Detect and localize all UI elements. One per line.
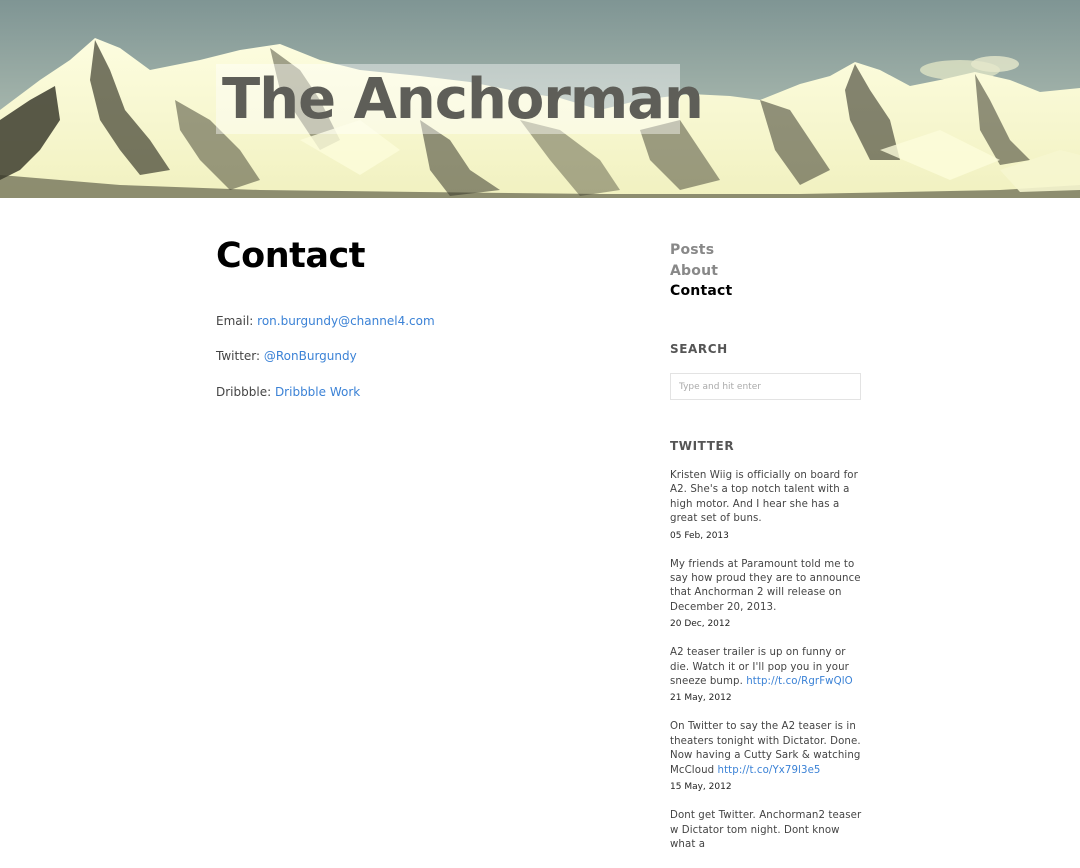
twitter-widget-title: TWITTER — [670, 439, 735, 453]
site-title[interactable]: The Anchorman — [222, 66, 704, 134]
tweet-item: Dont get Twitter. Anchorman2 teaser w Di… — [670, 809, 865, 852]
tweet-item: My friends at Paramount told me to say h… — [670, 558, 865, 631]
tweet-text: My friends at Paramount told me to say h… — [670, 558, 865, 616]
search-widget-title: SEARCH — [670, 342, 728, 356]
contact-twitter-line: Twitter: @RonBurgundy — [216, 349, 357, 363]
main-content: Contact Email: ron.burgundy@channel4.com… — [216, 232, 636, 399]
nav-item-about[interactable]: About — [670, 261, 865, 282]
contact-email-line: Email: ron.burgundy@channel4.com — [216, 314, 435, 328]
contact-twitter-label: Twitter: — [216, 349, 264, 363]
tweet-date: 15 May, 2012 — [670, 782, 732, 793]
twitter-link[interactable]: @RonBurgundy — [264, 349, 357, 363]
tweet-item: On Twitter to say the A2 teaser is in th… — [670, 720, 865, 793]
tweet-body: Dont get Twitter. Anchorman2 teaser w Di… — [670, 810, 862, 850]
contact-email-label: Email: — [216, 314, 258, 328]
tweet-link[interactable]: http://t.co/RgrFwQlO — [746, 676, 853, 687]
tweet-date: 05 Feb, 2013 — [670, 530, 729, 541]
nav-item-contact[interactable]: Contact — [670, 281, 865, 302]
tweet-item: Kristen Wiig is officially on board for … — [670, 469, 865, 542]
tweet-date: 21 May, 2012 — [670, 693, 732, 704]
tweet-list: Kristen Wiig is officially on board for … — [670, 469, 865, 868]
tweet-text: On Twitter to say the A2 teaser is in th… — [670, 720, 865, 778]
tweet-item: A2 teaser trailer is up on funny or die.… — [670, 646, 865, 704]
email-link[interactable]: ron.burgundy@channel4.com — [257, 314, 435, 328]
header-banner: The Anchorman — [0, 0, 1080, 198]
tweet-text: A2 teaser trailer is up on funny or die.… — [670, 646, 865, 689]
sidebar: Posts About Contact SEARCH TWITTER Krist… — [670, 240, 865, 850]
contact-dribbble-line: Dribbble: Dribbble Work — [216, 385, 360, 399]
dribbble-link[interactable]: Dribbble Work — [275, 385, 360, 399]
tweet-body: Kristen Wiig is officially on board for … — [670, 470, 858, 525]
tweet-text: Dont get Twitter. Anchorman2 teaser w Di… — [670, 809, 865, 852]
tweet-link[interactable]: http://t.co/Yx79l3e5 — [718, 765, 821, 776]
tweet-date: 20 Dec, 2012 — [670, 619, 731, 630]
nav-item-posts[interactable]: Posts — [670, 240, 865, 261]
tweet-body: My friends at Paramount told me to say h… — [670, 558, 861, 613]
search-input[interactable] — [670, 373, 861, 400]
contact-dribbble-label: Dribbble: — [216, 385, 275, 399]
sidebar-nav: Posts About Contact — [670, 240, 865, 302]
page-title: Contact — [216, 236, 365, 276]
tweet-text: Kristen Wiig is officially on board for … — [670, 469, 865, 527]
